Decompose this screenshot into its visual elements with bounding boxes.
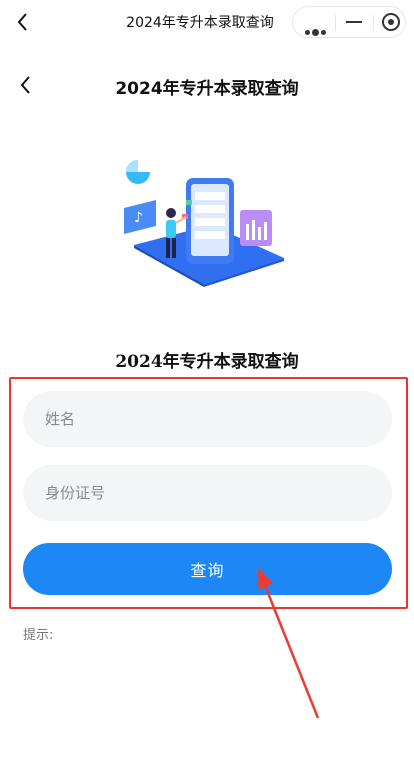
hint-label: 提示: [23, 628, 54, 643]
svg-text:♪: ♪ [134, 210, 143, 226]
id-number-input[interactable] [23, 465, 392, 521]
close-button[interactable] [374, 7, 410, 37]
window-bar: 2024年专升本录取查询 [0, 0, 414, 44]
chevron-left-icon [17, 13, 27, 31]
more-dots-icon [305, 20, 328, 39]
query-button[interactable]: 查询 [23, 543, 392, 595]
form-title: 2024年专升本录取查询 [115, 352, 299, 372]
page-title: 2024年专升本录取查询 [115, 79, 299, 99]
mini-program-capsule [292, 6, 406, 38]
target-circle-icon [382, 13, 400, 31]
page-back-button[interactable] [14, 72, 40, 98]
window-title: 2024年专升本录取查询 [126, 15, 274, 31]
more-button[interactable] [297, 7, 333, 37]
chevron-left-icon [20, 76, 30, 94]
minus-icon [346, 21, 362, 23]
minimize-button[interactable] [336, 7, 372, 37]
name-input[interactable] [23, 391, 392, 447]
window-back-button[interactable] [10, 8, 38, 36]
hero-illustration: ♪ [124, 160, 284, 287]
